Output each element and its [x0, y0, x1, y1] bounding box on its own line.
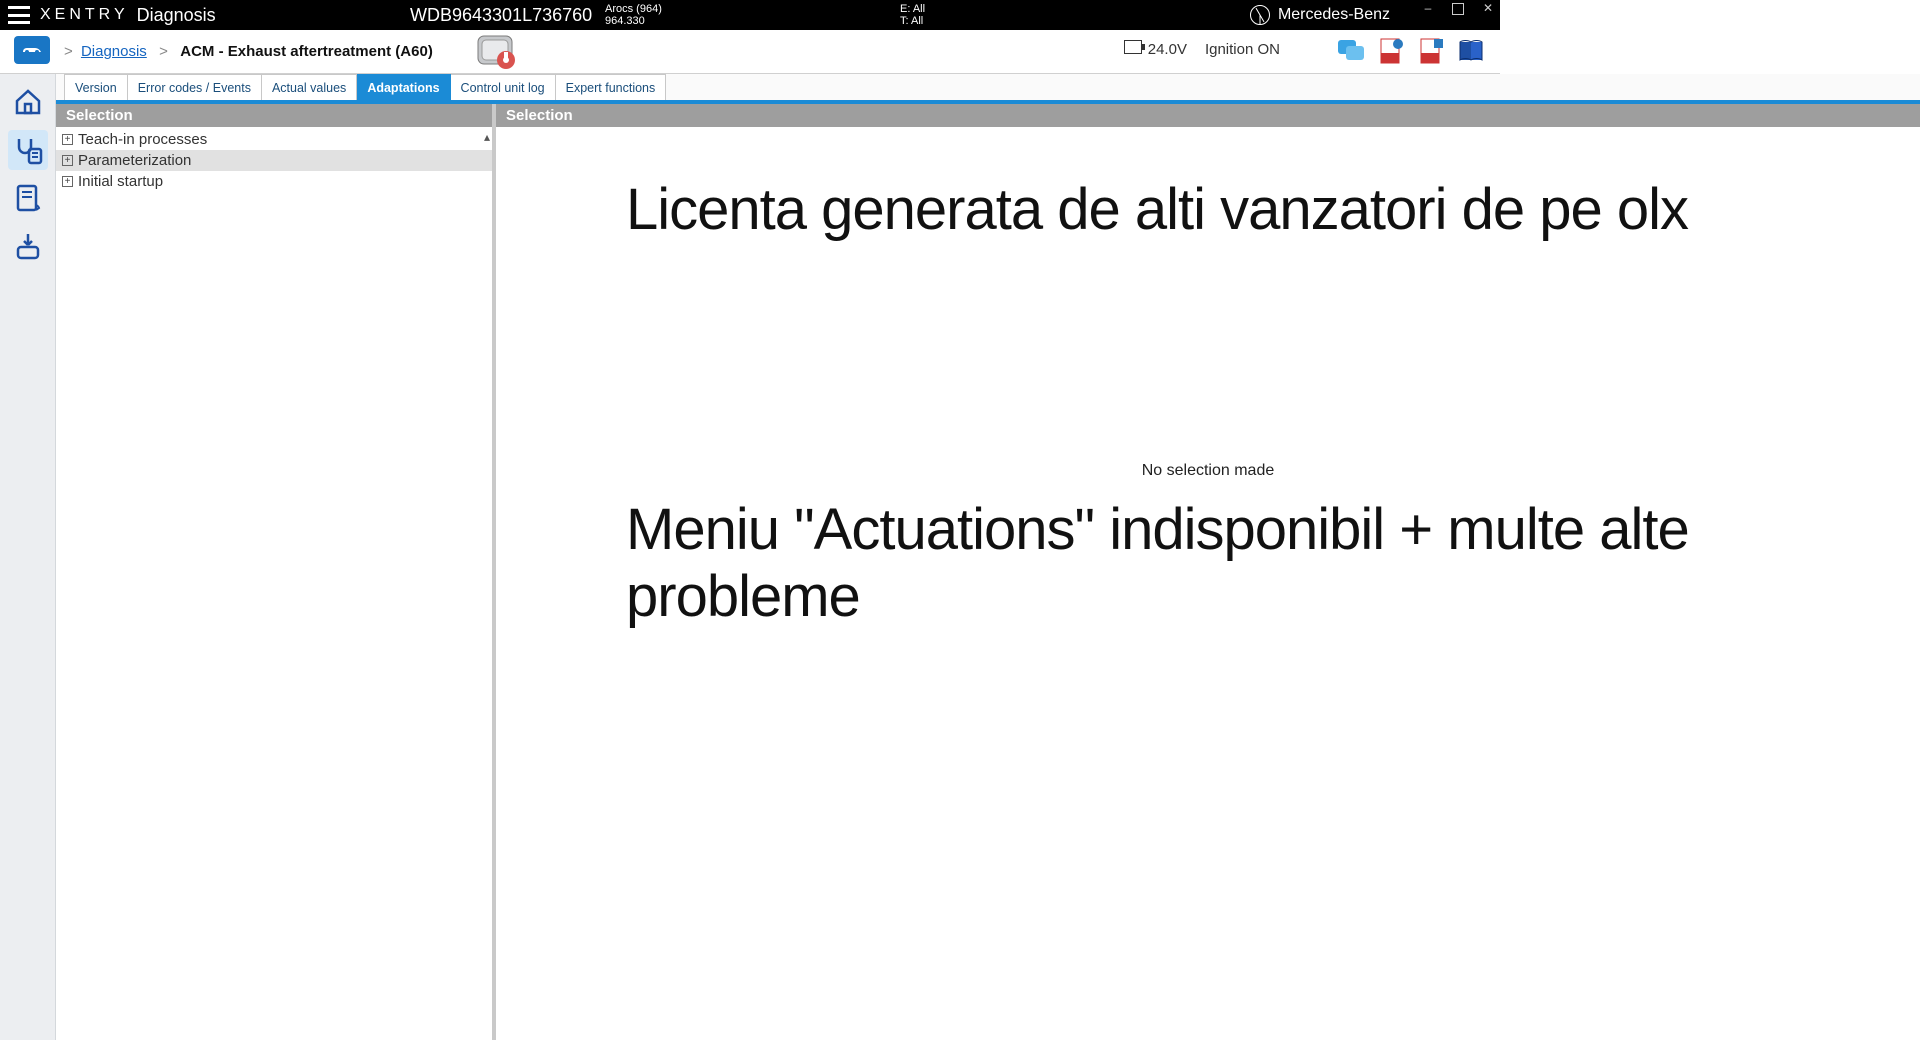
tab-error-codes-events[interactable]: Error codes / Events: [128, 74, 262, 100]
content-area: VersionError codes / EventsActual values…: [56, 74, 1920, 1040]
nav-download-icon[interactable]: [8, 226, 48, 266]
equip-info: E: All T: All: [900, 3, 925, 27]
maximize-icon[interactable]: [1452, 3, 1464, 15]
vehicle-info: Arocs (964) 964.330: [605, 3, 662, 27]
obd-multiplexer-icon: [470, 32, 520, 72]
overlay-text-bottom: Meniu "Actuations" indisponibil + multe …: [626, 497, 1860, 630]
pdf-export-icon[interactable]: [1376, 36, 1406, 66]
overlay-text-top: Licenta generata de alti vanzatori de pe…: [626, 177, 1860, 244]
breadcrumb: > Diagnosis > ACM - Exhaust aftertreatme…: [60, 43, 433, 60]
toolbar-row: > Diagnosis > ACM - Exhaust aftertreatme…: [0, 30, 1500, 74]
breadcrumb-current: ACM - Exhaust aftertreatment (A60): [180, 43, 433, 60]
scroll-up-icon[interactable]: ▴: [484, 130, 490, 144]
vehicle-badge-icon[interactable]: [14, 36, 50, 64]
left-selection-pane: Selection + Teach-in processes + Parameteri…: [56, 104, 496, 1040]
breadcrumb-sep: >: [64, 43, 73, 60]
hamburger-menu-icon[interactable]: [8, 6, 30, 24]
title-bar: XENTRY Diagnosis WDB9643301L736760 Arocs…: [0, 0, 1500, 30]
nav-diagnosis-icon[interactable]: [8, 130, 48, 170]
t-info: T: All: [900, 15, 925, 27]
e-info: E: All: [900, 3, 925, 15]
tree-item-label: Teach-in processes: [78, 131, 207, 148]
brand-logo-area: Mercedes-Benz: [1250, 5, 1390, 25]
tab-control-unit-log[interactable]: Control unit log: [451, 74, 556, 100]
mercedes-star-icon: [1250, 5, 1270, 25]
tree-item-teach-in-processes[interactable]: + Teach-in processes: [56, 129, 492, 150]
tree-item-label: Initial startup: [78, 173, 163, 190]
tab-strip: VersionError codes / EventsActual values…: [56, 74, 1920, 104]
status-readout: 24.0V Ignition ON: [1124, 40, 1280, 58]
brand-name: Mercedes-Benz: [1278, 6, 1390, 24]
left-nav-rail: [0, 74, 56, 1040]
voltage-value: 24.0V: [1148, 41, 1187, 58]
toolbar-icons: [1336, 36, 1486, 66]
app-subtitle: Diagnosis: [137, 5, 216, 26]
tab-expert-functions[interactable]: Expert functions: [556, 74, 667, 100]
chat-icon[interactable]: [1336, 36, 1366, 66]
window-controls: [1422, 0, 1494, 15]
tree-item-parameterization[interactable]: + Parameterization: [56, 150, 492, 171]
nav-report-icon[interactable]: [8, 178, 48, 218]
battery-status: 24.0V: [1124, 40, 1187, 58]
nav-home-icon[interactable]: [8, 82, 48, 122]
tree-item-label: Parameterization: [78, 152, 191, 169]
tree-item-initial-startup[interactable]: + Initial startup: [56, 171, 492, 192]
minimize-icon[interactable]: [1422, 3, 1434, 15]
vin-number: WDB9643301L736760: [410, 5, 592, 26]
app-brand: XENTRY: [40, 6, 129, 24]
tab-actual-values[interactable]: Actual values: [262, 74, 357, 100]
ignition-status: Ignition ON: [1205, 41, 1280, 58]
vehicle-model: Arocs (964): [605, 3, 662, 15]
pdf-report-icon[interactable]: [1416, 36, 1446, 66]
expand-plus-icon[interactable]: +: [62, 176, 73, 187]
no-selection-message: No selection made: [496, 462, 1920, 480]
split-panes: Selection + Teach-in processes + Parameteri…: [56, 104, 1920, 1040]
left-pane-header: Selection: [56, 104, 492, 127]
right-pane-body: Licenta generata de alti vanzatori de pe…: [496, 127, 1920, 1040]
expand-plus-icon[interactable]: +: [62, 155, 73, 166]
selection-tree: + Teach-in processes + Parameterization + Ini…: [56, 127, 492, 194]
book-help-icon[interactable]: [1456, 36, 1486, 66]
battery-icon: [1124, 40, 1142, 54]
tab-version[interactable]: Version: [64, 74, 128, 100]
vehicle-type: 964.330: [605, 15, 662, 27]
breadcrumb-sep: >: [155, 43, 172, 60]
right-pane-header: Selection: [496, 104, 1920, 127]
right-detail-pane: Selection Licenta generata de alti vanza…: [496, 104, 1920, 1040]
close-icon[interactable]: [1482, 3, 1494, 15]
expand-plus-icon[interactable]: +: [62, 134, 73, 145]
tab-adaptations[interactable]: Adaptations: [357, 74, 450, 100]
breadcrumb-link-diagnosis[interactable]: Diagnosis: [81, 43, 147, 60]
